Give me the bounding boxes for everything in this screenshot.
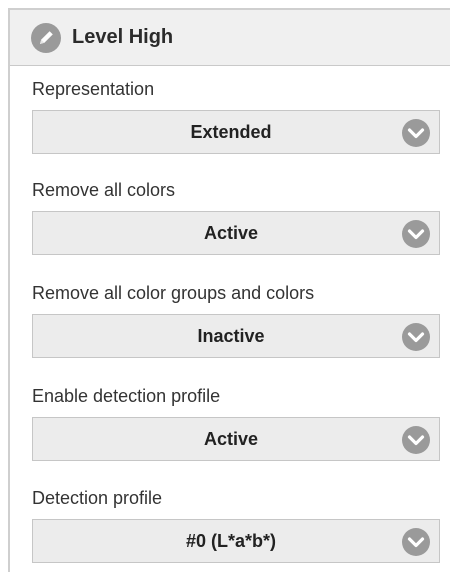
field-label: Enable detection profile — [32, 386, 221, 406]
dropdown-value: #0 (L*a*b*) — [185, 530, 277, 551]
dropdown-value: Active — [203, 428, 259, 449]
chevron-down-icon — [402, 119, 430, 147]
field-detection-profile: Detection profile #0 (L*a*b*) — [32, 485, 440, 563]
field-enable-detection-profile: Enable detection profile Active — [32, 383, 440, 461]
dropdown-value: Inactive — [197, 325, 265, 346]
panel-title: Level High — [72, 26, 174, 48]
chevron-down-icon — [402, 323, 430, 351]
field-remove-color-groups: Remove all color groups and colors Inact… — [32, 280, 440, 358]
chevron-down-icon — [402, 426, 430, 454]
remove-all-colors-dropdown[interactable]: Active — [32, 211, 440, 255]
field-remove-all-colors: Remove all colors Active — [32, 177, 440, 255]
field-label: Remove all color groups and colors — [32, 283, 315, 303]
panel-header: Level High — [10, 10, 450, 66]
settings-panel: Level High Representation Extended Remov… — [8, 8, 450, 572]
dropdown-value: Extended — [190, 121, 272, 142]
pencil-edit-icon[interactable] — [30, 22, 62, 54]
chevron-down-icon — [402, 220, 430, 248]
representation-dropdown[interactable]: Extended — [32, 110, 440, 154]
detection-profile-dropdown[interactable]: #0 (L*a*b*) — [32, 519, 440, 563]
dropdown-value: Active — [203, 222, 259, 243]
field-label: Remove all colors — [32, 180, 176, 200]
chevron-down-icon — [402, 528, 430, 556]
remove-color-groups-dropdown[interactable]: Inactive — [32, 314, 440, 358]
enable-detection-profile-dropdown[interactable]: Active — [32, 417, 440, 461]
field-label: Representation — [32, 79, 155, 99]
field-label: Detection profile — [32, 488, 163, 508]
field-representation: Representation Extended — [32, 76, 440, 154]
